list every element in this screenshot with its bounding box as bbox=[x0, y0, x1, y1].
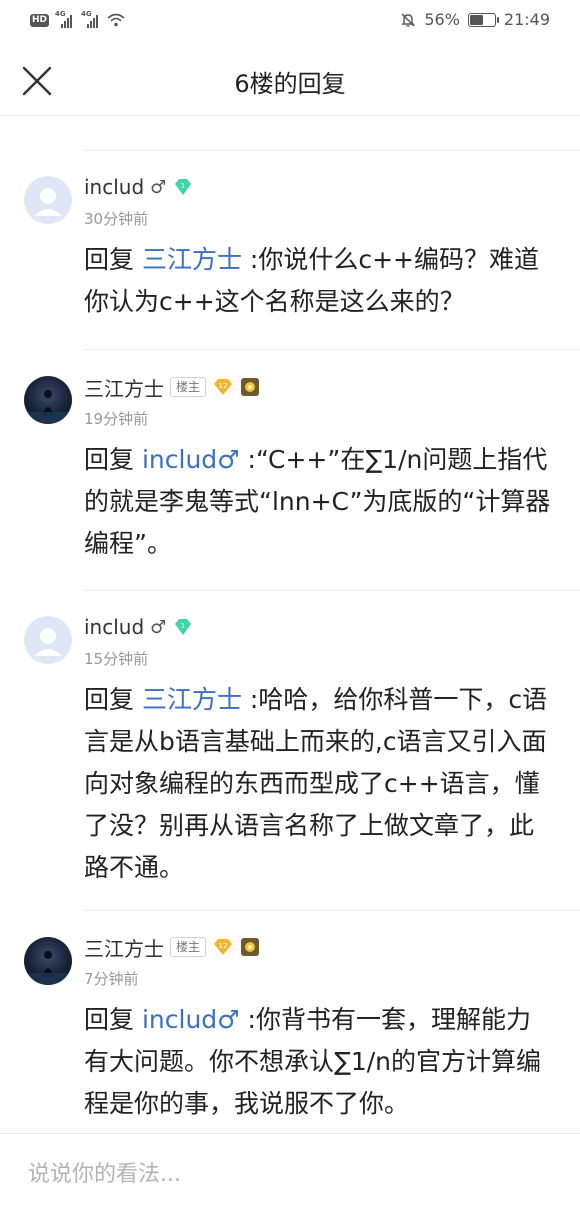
timestamp: 19分钟前 bbox=[84, 410, 149, 428]
reply-content: 回复 三江方士 :你说什么c++编码？难道你认为c++这个名称是这么来的？ bbox=[84, 239, 554, 323]
divider bbox=[84, 590, 580, 591]
username[interactable]: 三江方士 bbox=[84, 933, 164, 962]
mention-link[interactable]: includ bbox=[142, 1005, 217, 1034]
mention-link[interactable]: 三江方士 bbox=[142, 245, 242, 274]
reply-prefix: 回复 bbox=[84, 1005, 135, 1034]
battery-icon bbox=[467, 12, 499, 27]
clock: 21:49 bbox=[503, 10, 550, 29]
mention-gender-icon: ♂ bbox=[217, 1005, 240, 1034]
avatar[interactable] bbox=[24, 616, 72, 664]
comment-input[interactable]: 说说你的看法... bbox=[28, 1156, 181, 1188]
mention-gender-icon: ♂ bbox=[217, 445, 240, 474]
username[interactable]: includ bbox=[84, 175, 144, 199]
op-badge: 楼主 bbox=[170, 377, 207, 397]
reply-prefix: 回复 bbox=[84, 245, 135, 274]
wifi-icon bbox=[107, 13, 125, 27]
timestamp: 7分钟前 bbox=[84, 970, 139, 988]
avatar[interactable] bbox=[24, 937, 72, 985]
signal-icon: 4G bbox=[55, 10, 75, 28]
sun-badge-icon bbox=[241, 378, 260, 396]
reply-content: 回复 三江方士 :哈哈，给你科普一下，c语言是从b语言基础上而来的,c语言又引入… bbox=[84, 679, 554, 889]
svg-text:12: 12 bbox=[219, 382, 228, 390]
battery-percent: 56% bbox=[424, 10, 460, 29]
svg-text:1: 1 bbox=[181, 622, 185, 630]
mention-link[interactable]: includ bbox=[142, 445, 217, 474]
reply-text: :哈哈，给你科普一下，c语言是从b语言基础上而来的,c语言又引入面向对象编程的东… bbox=[84, 685, 548, 882]
mention-link[interactable]: 三江方士 bbox=[142, 685, 242, 714]
default-avatar-icon bbox=[34, 628, 62, 656]
status-bar: HD 4G 4G 56% 21:49 bbox=[0, 0, 580, 44]
username[interactable]: 三江方士 bbox=[84, 373, 164, 402]
name-row: includ ♂ 1 bbox=[84, 174, 194, 200]
male-icon: ♂ bbox=[150, 616, 167, 638]
name-row: includ ♂ 1 bbox=[84, 614, 194, 640]
silhouette-avatar-icon bbox=[24, 951, 72, 985]
header-divider bbox=[0, 115, 580, 116]
male-icon: ♂ bbox=[150, 176, 167, 198]
level-badge-icon: 12 bbox=[214, 379, 233, 395]
diamond-badge-icon: 1 bbox=[175, 179, 192, 195]
divider bbox=[84, 150, 580, 151]
svg-text:1: 1 bbox=[181, 182, 185, 190]
diamond-badge-icon: 1 bbox=[175, 619, 192, 635]
silhouette-avatar-icon bbox=[24, 390, 72, 424]
name-row: 三江方士 楼主 12 bbox=[84, 933, 260, 962]
bell-muted-icon bbox=[401, 13, 416, 27]
op-badge: 楼主 bbox=[170, 937, 207, 957]
timestamp: 15分钟前 bbox=[84, 650, 149, 668]
comment-input-bar[interactable]: 说说你的看法... bbox=[0, 1133, 580, 1205]
svg-text:12: 12 bbox=[219, 942, 228, 950]
level-badge-icon: 12 bbox=[214, 939, 233, 955]
avatar[interactable] bbox=[24, 176, 72, 224]
status-left: HD 4G 4G bbox=[30, 10, 125, 28]
page-title: 6楼的回复 bbox=[234, 70, 346, 98]
name-row: 三江方士 楼主 12 bbox=[84, 373, 260, 402]
reply-content: 回复 includ♂ :你背书有一套，理解能力有大问题。你不想承认∑1/n的官方… bbox=[84, 999, 554, 1125]
divider bbox=[84, 910, 580, 911]
reply-prefix: 回复 bbox=[84, 685, 135, 714]
username[interactable]: includ bbox=[84, 615, 144, 639]
status-right: 56% 21:49 bbox=[400, 10, 550, 29]
reply-prefix: 回复 bbox=[84, 445, 135, 474]
avatar[interactable] bbox=[24, 376, 72, 424]
divider bbox=[84, 349, 580, 350]
timestamp: 30分钟前 bbox=[84, 210, 149, 228]
hd-icon: HD bbox=[30, 13, 50, 27]
sun-badge-icon bbox=[241, 938, 260, 956]
reply-content: 回复 includ♂ :“C++”在∑1/n问题上指代的就是李鬼等式“lnn+C… bbox=[84, 439, 554, 565]
signal-icon-2: 4G bbox=[81, 10, 101, 28]
default-avatar-icon bbox=[34, 188, 62, 216]
header: 6楼的回复 bbox=[0, 44, 580, 116]
